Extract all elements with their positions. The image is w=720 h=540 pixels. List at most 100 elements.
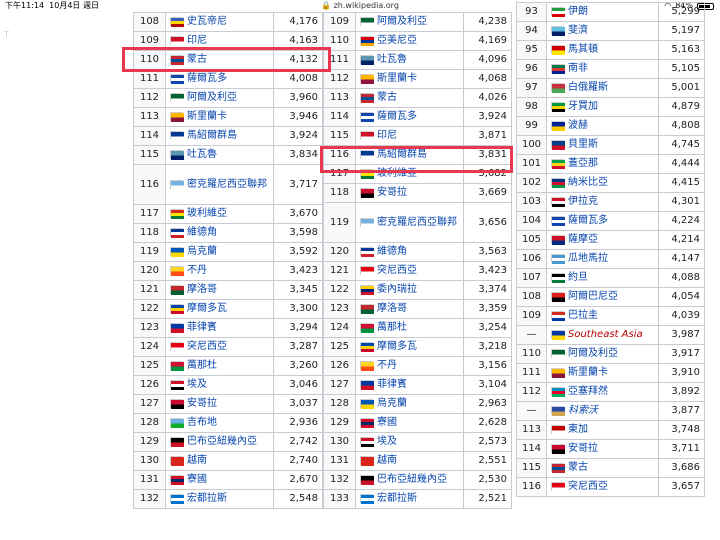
country-link[interactable]: 寮國 (187, 474, 207, 485)
country-link[interactable]: 亞美尼亞 (377, 35, 417, 46)
country-link[interactable]: 史瓦帝尼 (187, 16, 227, 27)
country-link[interactable]: 不丹 (187, 265, 207, 276)
country-link[interactable]: 馬紹爾群島 (187, 130, 237, 141)
country-link[interactable]: 摩爾多瓦 (377, 341, 417, 352)
country-link[interactable]: 維德角 (187, 227, 217, 238)
country-link[interactable]: Southeast Asia (568, 329, 643, 340)
country-link[interactable]: 越南 (377, 455, 397, 466)
country-link[interactable]: 斯里蘭卡 (377, 73, 417, 84)
table-row: 123 菲律賓 3,294 (133, 318, 323, 338)
gdp-value-cell: 3,260 (273, 356, 323, 376)
country-link[interactable]: 馬其頓 (568, 44, 598, 55)
rank-cell: 124 (133, 337, 166, 357)
country-link[interactable]: 瓜地馬拉 (568, 253, 608, 264)
country-cell: 不丹 (355, 356, 464, 376)
page-margin-left: T (0, 12, 110, 540)
country-link[interactable]: 印尼 (377, 130, 397, 141)
country-cell: 亞塞拜然 (546, 382, 659, 402)
country-link[interactable]: 白俄羅斯 (568, 82, 608, 93)
country-link[interactable]: 蒙古 (377, 92, 397, 103)
table-row: 101 蓋亞那 4,444 (516, 154, 705, 174)
country-link[interactable]: 密克羅尼西亞聯邦 (187, 177, 273, 193)
country-link[interactable]: 納米比亞 (568, 177, 608, 188)
country-link[interactable]: 亞塞拜然 (568, 386, 608, 397)
country-link[interactable]: 薩爾瓦多 (377, 111, 417, 122)
country-link[interactable]: 密克羅尼西亞聯邦 (377, 215, 463, 231)
country-cell: 斐濟 (546, 21, 659, 41)
rank-cell: 112 (516, 382, 547, 402)
country-link[interactable]: 宏都拉斯 (187, 493, 227, 504)
country-link[interactable]: 吉布地 (187, 417, 217, 428)
country-link[interactable]: 阿爾及利亞 (568, 348, 618, 359)
country-link[interactable]: 不丹 (377, 360, 397, 371)
country-link[interactable]: 牙買加 (568, 101, 598, 112)
country-link[interactable]: 斯里蘭卡 (187, 111, 227, 122)
country-link[interactable]: 菲律賓 (187, 322, 217, 333)
country-link[interactable]: 伊朗 (568, 6, 588, 17)
country-link[interactable]: 埃及 (377, 436, 397, 447)
table-row: 114 薩爾瓦多 3,924 (323, 107, 512, 127)
country-link[interactable]: 摩爾多瓦 (187, 303, 227, 314)
country-link[interactable]: 吐瓦魯 (377, 54, 407, 65)
country-link[interactable]: 安哥拉 (568, 443, 598, 454)
country-cell: 委內瑞拉 (355, 280, 464, 300)
rank-cell: 128 (133, 413, 166, 433)
country-link[interactable]: 菲律賓 (377, 379, 407, 390)
country-cell: 阿爾及利亞 (546, 344, 659, 364)
country-link[interactable]: 安哥拉 (187, 398, 217, 409)
country-link[interactable]: 玻利維亞 (187, 208, 227, 219)
country-link[interactable]: 東加 (568, 424, 588, 435)
country-link[interactable]: 烏克蘭 (377, 398, 407, 409)
rank-cell: 129 (133, 432, 166, 452)
flag-iraq-icon (551, 197, 565, 207)
country-link[interactable]: 阿爾及利亞 (377, 16, 427, 27)
country-link[interactable]: 薩摩亞 (568, 234, 598, 245)
country-link[interactable]: 摩洛哥 (377, 303, 407, 314)
country-cell: 斯里蘭卡 (546, 363, 659, 383)
country-link[interactable]: 薩爾瓦多 (187, 73, 227, 84)
country-link[interactable]: 委內瑞拉 (377, 284, 417, 295)
country-link[interactable]: 巴布亞紐幾內亞 (377, 474, 447, 485)
flag-sri-lanka-icon (551, 368, 565, 378)
country-link[interactable]: 安哥拉 (377, 187, 407, 198)
country-cell: 亞美尼亞 (355, 31, 464, 51)
gdp-value-cell: 4,026 (463, 88, 512, 108)
country-link[interactable]: 貝里斯 (568, 139, 598, 150)
country-link[interactable]: 烏克蘭 (187, 246, 217, 257)
wiki-page[interactable]: T 108 史瓦帝尼 4,176 109 印尼 4,163 110 蒙古 4,132 111 薩爾瓦… (0, 2, 720, 540)
country-link[interactable]: 斯里蘭卡 (568, 367, 608, 378)
country-link[interactable]: 萬那杜 (187, 360, 217, 371)
flag-mongolia-icon (551, 463, 565, 473)
country-link[interactable]: 突尼西亞 (377, 265, 417, 276)
table-row: 110 亞美尼亞 4,169 (323, 31, 512, 51)
country-link[interactable]: 印尼 (187, 35, 207, 46)
table-row: 109 巴拉圭 4,039 (516, 306, 705, 326)
country-link[interactable]: 吐瓦魯 (187, 149, 217, 160)
country-link[interactable]: 巴拉圭 (568, 310, 598, 321)
country-link[interactable]: 蓋亞那 (568, 158, 598, 169)
gdp-value-cell: 3,300 (273, 299, 323, 319)
country-link[interactable]: 摩洛哥 (187, 284, 217, 295)
country-link[interactable]: 寮國 (377, 417, 397, 428)
country-link[interactable]: 巴布亞紐幾內亞 (187, 436, 257, 447)
country-link[interactable]: 突尼西亞 (568, 481, 608, 492)
country-link[interactable]: 薩爾瓦多 (568, 215, 608, 226)
country-link[interactable]: 突尼西亞 (187, 341, 227, 352)
country-link[interactable]: 越南 (187, 455, 207, 466)
country-link[interactable]: 埃及 (187, 379, 207, 390)
country-cell: 菲律賓 (165, 318, 274, 338)
country-link[interactable]: 蒙古 (568, 462, 588, 473)
country-link[interactable]: 萬那杜 (377, 322, 407, 333)
country-link[interactable]: 斐濟 (568, 25, 588, 36)
country-link[interactable]: 科索沃 (568, 405, 598, 416)
rank-cell: 125 (323, 337, 356, 357)
country-link[interactable]: 南非 (568, 63, 588, 74)
country-link[interactable]: 阿爾巴尼亞 (568, 291, 618, 302)
country-link[interactable]: 宏都拉斯 (377, 493, 417, 504)
rank-cell: 93 (516, 2, 547, 22)
country-link[interactable]: 波赫 (568, 120, 588, 131)
country-link[interactable]: 維德角 (377, 246, 407, 257)
country-link[interactable]: 伊拉克 (568, 196, 598, 207)
country-link[interactable]: 阿爾及利亞 (187, 92, 237, 103)
country-link[interactable]: 約旦 (568, 272, 588, 283)
